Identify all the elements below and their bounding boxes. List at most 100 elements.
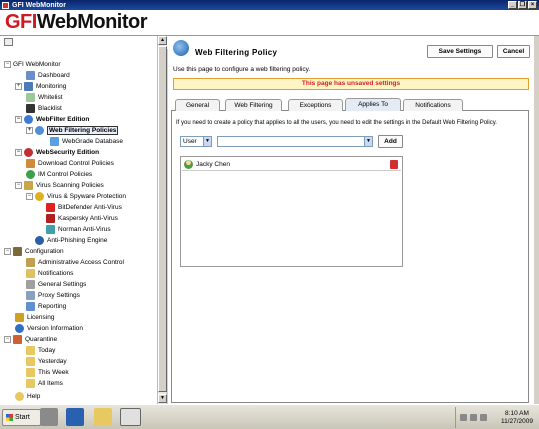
- notification-icon: [26, 269, 35, 278]
- tab-bar: General Web Filtering Exceptions Applies…: [171, 98, 529, 112]
- close-button[interactable]: ×: [528, 1, 537, 9]
- sidebar-scrollbar[interactable]: ▲ ▼: [157, 36, 167, 404]
- tab-applies-to[interactable]: Applies To: [345, 98, 401, 112]
- logo: GFIWebMonitor: [5, 11, 148, 33]
- applies-to-info: If you need to create a policy that appl…: [176, 120, 497, 126]
- dashboard-icon: [26, 71, 35, 80]
- cancel-button[interactable]: Cancel: [497, 45, 530, 58]
- chevron-down-icon: ▼: [364, 137, 372, 146]
- window-title: GFI WebMonitor: [12, 1, 66, 9]
- tree-item-general-settings[interactable]: General Settings: [26, 279, 86, 290]
- key-icon: [15, 313, 24, 322]
- tree-item-websecurity-edition[interactable]: − WebSecurity Edition: [15, 147, 99, 158]
- tree-item-configuration[interactable]: − Configuration: [4, 246, 64, 257]
- tree-item-quarantine[interactable]: − Quarantine: [4, 334, 57, 345]
- download-icon: [26, 159, 35, 168]
- tree-item-download-control[interactable]: Download Control Policies: [26, 158, 114, 169]
- tree-item-today[interactable]: Today: [26, 345, 55, 356]
- admin-icon: [26, 258, 35, 267]
- network-icon[interactable]: [460, 414, 467, 421]
- bitdefender-icon: [46, 203, 55, 212]
- scroll-thumb[interactable]: [158, 46, 167, 392]
- scroll-up-icon[interactable]: ▲: [158, 36, 167, 45]
- tree-item-webfilter-edition[interactable]: − WebFilter Edition: [15, 114, 89, 125]
- tab-web-filtering[interactable]: Web Filtering: [225, 99, 282, 111]
- principal-type-select[interactable]: User ▼: [180, 136, 212, 147]
- tree-item-yesterday[interactable]: Yesterday: [26, 356, 67, 367]
- blacklist-icon: [26, 104, 35, 113]
- add-button[interactable]: Add: [378, 135, 403, 148]
- proxy-icon: [26, 291, 35, 300]
- tree-item-im-control[interactable]: IM Control Policies: [26, 169, 92, 180]
- user-icon: [184, 159, 193, 169]
- tab-general[interactable]: General: [175, 99, 220, 111]
- database-icon: [50, 137, 59, 146]
- tree-item-virus-scanning[interactable]: − Virus Scanning Policies: [15, 180, 104, 191]
- page-description: Use this page to configure a web filteri…: [173, 66, 311, 73]
- tab-exceptions[interactable]: Exceptions: [288, 99, 343, 111]
- folder-icon: [26, 379, 35, 388]
- tree-item-notifications[interactable]: Notifications: [26, 268, 73, 279]
- tree-item-dashboard[interactable]: Dashboard: [26, 70, 70, 81]
- tree-item-norman[interactable]: Norman Anti-Virus: [46, 224, 111, 235]
- clock[interactable]: 8:10 AM 11/27/2009: [501, 410, 533, 426]
- info-icon: [15, 324, 24, 333]
- globe-icon: [35, 126, 44, 135]
- tree-item-kaspersky[interactable]: Kaspersky Anti-Virus: [46, 213, 118, 224]
- start-button[interactable]: Start: [2, 409, 41, 426]
- list-item[interactable]: Jacky Chen: [182, 158, 401, 171]
- tree-item-whitelist[interactable]: Whitelist: [26, 92, 63, 103]
- unsaved-warning: This page has unsaved settings: [173, 78, 529, 90]
- tree-item-webgrade-database[interactable]: WebGrade Database: [50, 136, 123, 147]
- folder-icon: [26, 368, 35, 377]
- tree-item-licensing[interactable]: Licensing: [15, 312, 54, 323]
- scroll-down-icon[interactable]: ▼: [158, 394, 167, 403]
- flag-icon[interactable]: [480, 414, 487, 421]
- tree-item-reporting[interactable]: Reporting: [26, 301, 66, 312]
- norman-icon: [46, 225, 55, 234]
- save-settings-button[interactable]: Save Settings: [427, 45, 493, 58]
- im-icon: [26, 170, 35, 179]
- tree-item-this-week[interactable]: This Week: [26, 367, 69, 378]
- monitor-icon: [24, 82, 33, 91]
- main-panel: Web Filtering Policy Save Settings Cance…: [168, 36, 534, 404]
- tree-item-blacklist[interactable]: Blacklist: [26, 103, 62, 114]
- tree-item-help[interactable]: Help: [15, 391, 40, 402]
- principal-name-select[interactable]: ▼: [217, 136, 373, 147]
- configuration-icon: [13, 247, 22, 256]
- tab-notifications[interactable]: Notifications: [403, 99, 463, 111]
- report-icon: [26, 302, 35, 311]
- biohazard-icon: [35, 192, 44, 201]
- tree-item-monitoring[interactable]: + Monitoring: [15, 81, 66, 92]
- tree-item-bitdefender[interactable]: BitDefender Anti-Virus: [46, 202, 122, 213]
- tree-item-anti-phishing[interactable]: Anti-Phishing Engine: [35, 235, 107, 246]
- minimize-button[interactable]: _: [508, 1, 517, 9]
- server-manager-icon[interactable]: [40, 408, 58, 426]
- explorer-icon[interactable]: [94, 408, 112, 426]
- delete-icon[interactable]: [390, 160, 398, 169]
- folder-icon: [26, 357, 35, 366]
- navigation-toolbar: [0, 36, 170, 49]
- phishing-icon: [35, 236, 44, 245]
- powershell-icon[interactable]: [66, 408, 84, 426]
- webmonitor-task-icon[interactable]: [120, 408, 141, 426]
- tree-item-version-info[interactable]: Version Information: [15, 323, 83, 334]
- websecurity-icon: [24, 148, 33, 157]
- tree-item-web-filtering-policies[interactable]: + Web Filtering Policies: [26, 125, 119, 136]
- volume-icon[interactable]: [470, 414, 477, 421]
- tree-item-virus-spyware[interactable]: − Virus & Spyware Protection: [26, 191, 126, 202]
- tree-item-proxy-settings[interactable]: Proxy Settings: [26, 290, 80, 301]
- tree-item-all-items[interactable]: All Items: [26, 378, 63, 389]
- webfilter-icon: [24, 115, 33, 124]
- restore-button[interactable]: ❐: [518, 1, 527, 9]
- help-icon: [15, 392, 24, 401]
- tree-item-admin-access[interactable]: Administrative Access Control: [26, 257, 124, 268]
- navigation-tree: − GFI WebMonitor Dashboard + Monitoring Wh…: [0, 49, 164, 404]
- tree-item-gfi-webmonitor[interactable]: − GFI WebMonitor: [4, 59, 61, 70]
- folder-icon: [26, 346, 35, 355]
- whitelist-icon: [26, 93, 35, 102]
- quarantine-icon: [13, 335, 22, 344]
- app-icon: [2, 1, 9, 9]
- collapse-pane-icon[interactable]: [4, 38, 13, 46]
- app-header: GFIWebMonitor: [0, 10, 539, 36]
